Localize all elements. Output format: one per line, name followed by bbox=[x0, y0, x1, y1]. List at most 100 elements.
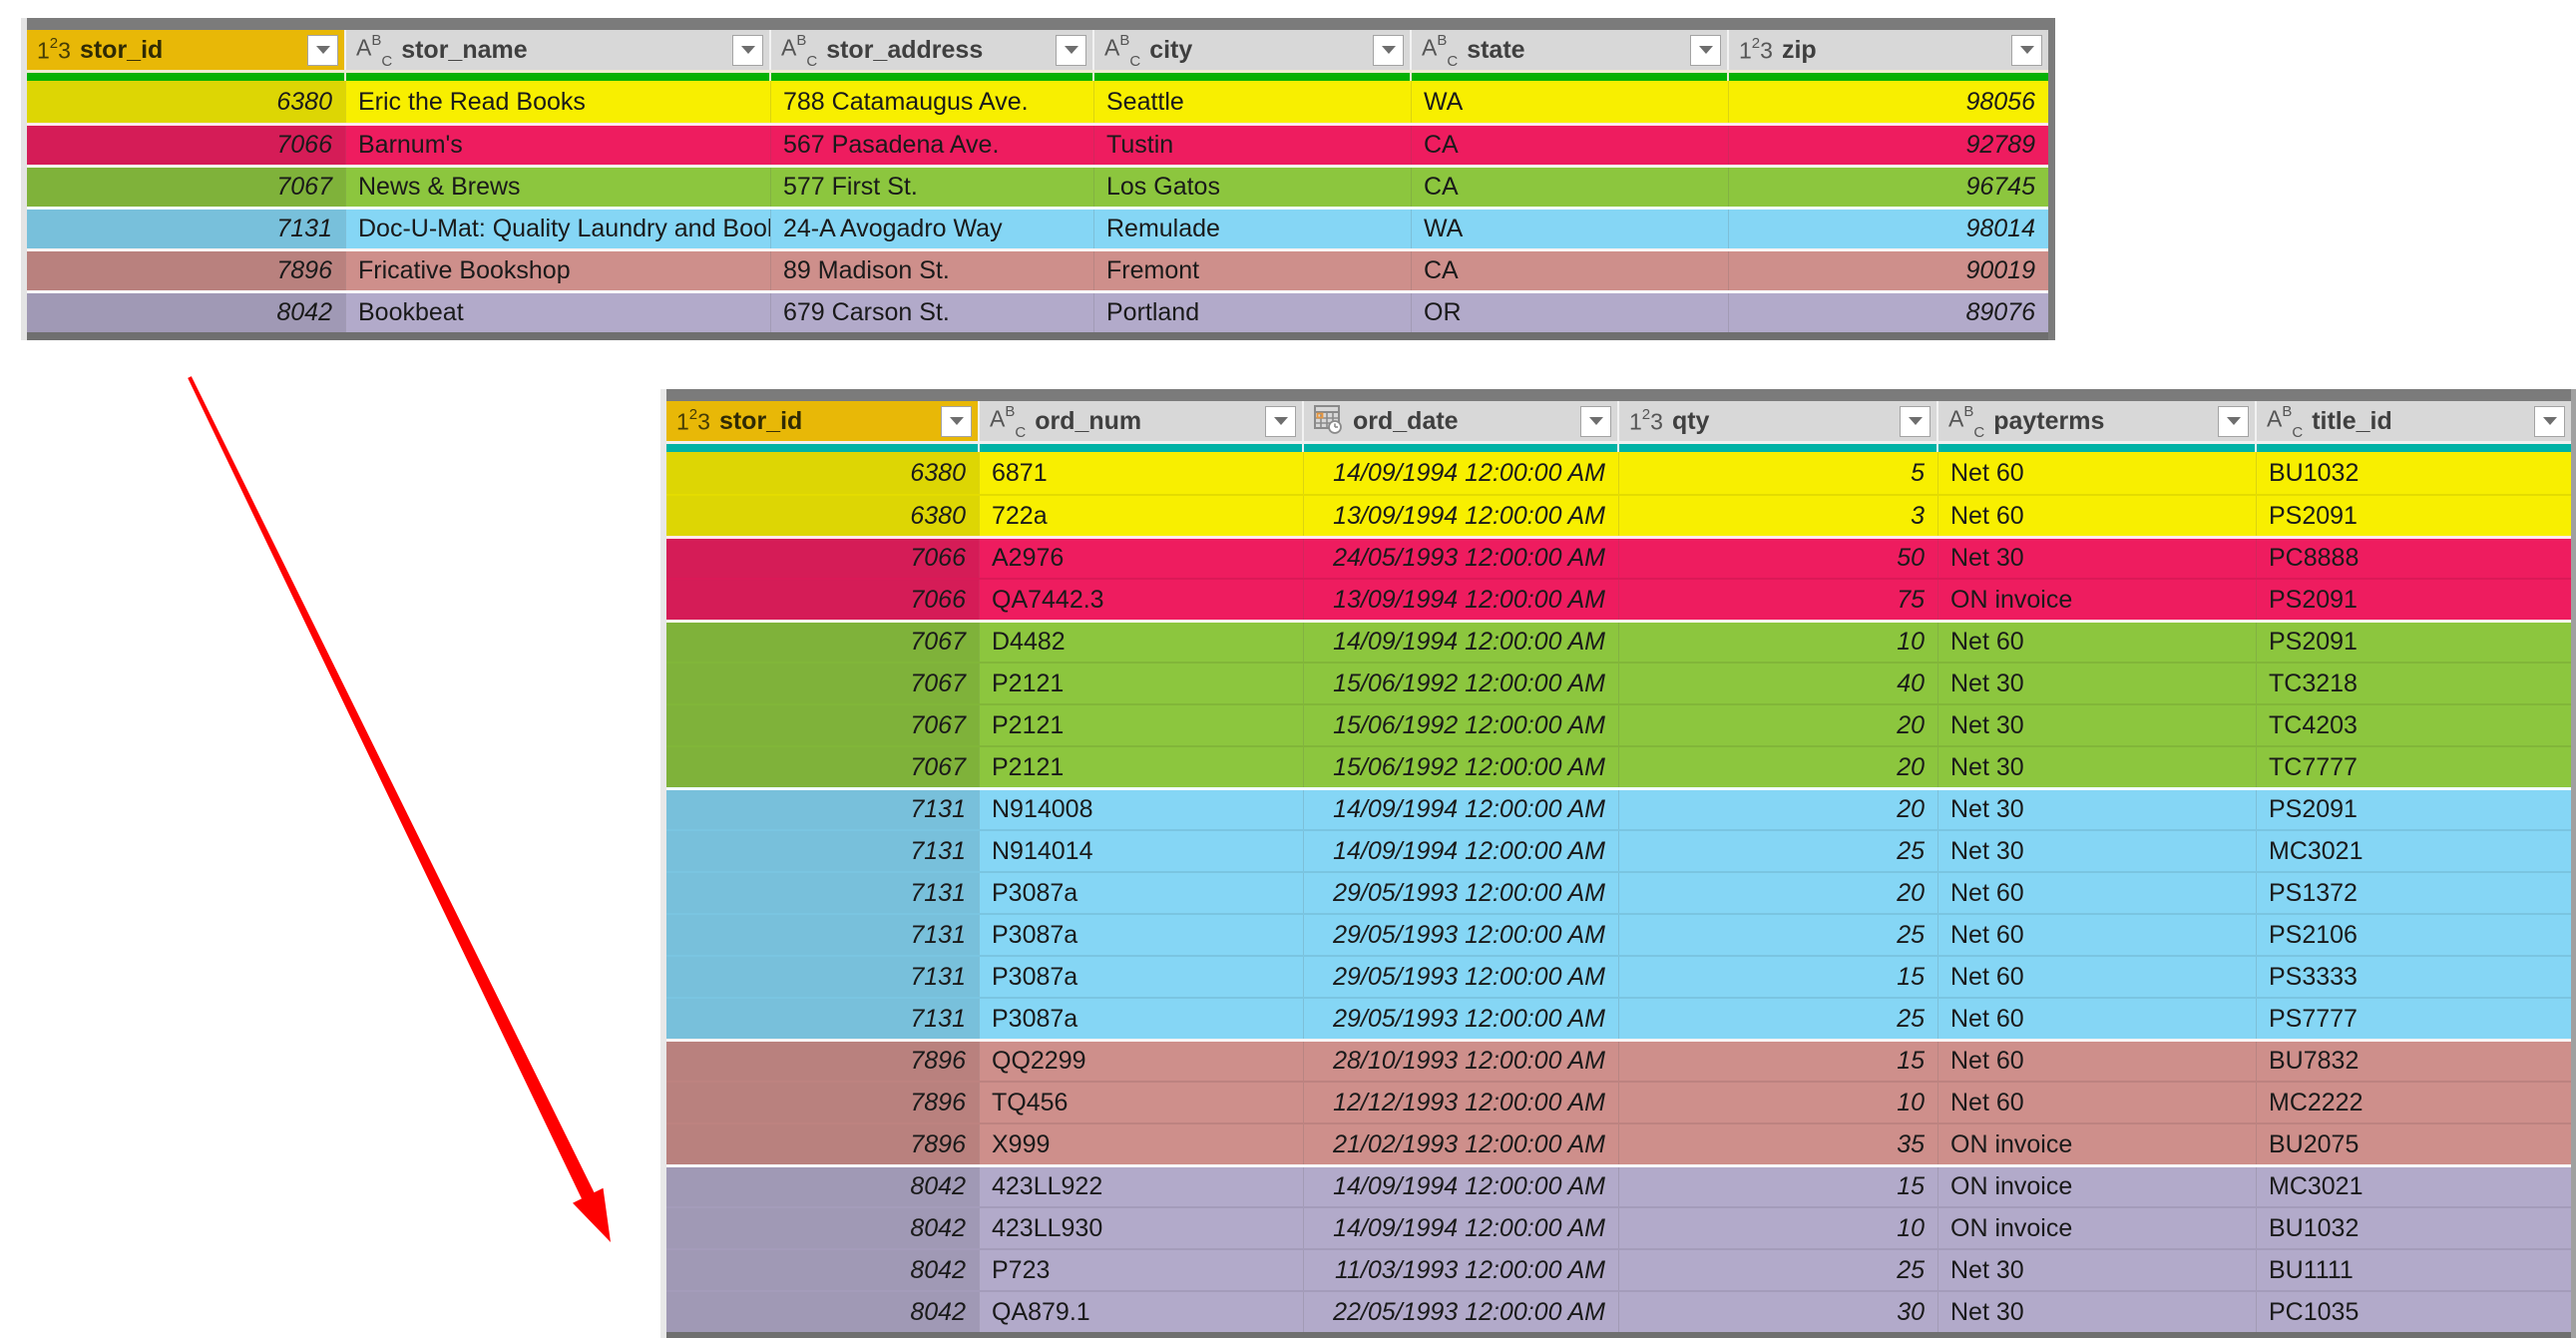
column-header-title_id[interactable]: ABC title_id bbox=[2257, 401, 2571, 441]
cell-title_id[interactable]: PS7777 bbox=[2257, 999, 2571, 1039]
cell-ord_num[interactable]: 722a bbox=[980, 496, 1304, 536]
cell-stor_id[interactable]: 7131 bbox=[27, 210, 346, 248]
table-bottom-scrollbar[interactable] bbox=[666, 1332, 2571, 1338]
cell-ord_date[interactable]: 14/09/1994 12:00:00 AM bbox=[1304, 1167, 1619, 1206]
cell-stor_id[interactable]: 7066 bbox=[666, 580, 980, 620]
column-header-qty[interactable]: 123 qty bbox=[1619, 401, 1938, 441]
cell-stor_id[interactable]: 8042 bbox=[666, 1250, 980, 1290]
cell-payterms[interactable]: Net 30 bbox=[1938, 1250, 2257, 1290]
cell-stor_id[interactable]: 7896 bbox=[666, 1124, 980, 1164]
cell-payterms[interactable]: ON invoice bbox=[1938, 1167, 2257, 1206]
filter-dropdown-button[interactable] bbox=[732, 34, 763, 66]
cell-city[interactable]: Portland bbox=[1094, 293, 1412, 332]
filter-dropdown-button[interactable] bbox=[1373, 34, 1404, 66]
cell-stor_id[interactable]: 7067 bbox=[666, 705, 980, 745]
cell-qty[interactable]: 35 bbox=[1619, 1124, 1938, 1164]
cell-qty[interactable]: 20 bbox=[1619, 747, 1938, 787]
cell-stor_id[interactable]: 7896 bbox=[27, 251, 346, 290]
cell-payterms[interactable]: Net 60 bbox=[1938, 1042, 2257, 1081]
cell-stor_address[interactable]: 567 Pasadena Ave. bbox=[771, 126, 1094, 165]
cell-title_id[interactable]: TC4203 bbox=[2257, 705, 2571, 745]
cell-title_id[interactable]: TC3218 bbox=[2257, 664, 2571, 703]
cell-payterms[interactable]: Net 30 bbox=[1938, 790, 2257, 829]
cell-ord_date[interactable]: 14/09/1994 12:00:00 AM bbox=[1304, 452, 1619, 494]
filter-dropdown-button[interactable] bbox=[1580, 405, 1611, 437]
cell-ord_num[interactable]: P3087a bbox=[980, 873, 1304, 913]
cell-ord_num[interactable]: P3087a bbox=[980, 999, 1304, 1039]
cell-stor_id[interactable]: 7067 bbox=[666, 623, 980, 662]
cell-title_id[interactable]: PS2091 bbox=[2257, 580, 2571, 620]
filter-dropdown-button[interactable] bbox=[2218, 405, 2249, 437]
cell-payterms[interactable]: ON invoice bbox=[1938, 1124, 2257, 1164]
cell-qty[interactable]: 20 bbox=[1619, 705, 1938, 745]
cell-payterms[interactable]: Net 30 bbox=[1938, 705, 2257, 745]
cell-title_id[interactable]: BU1032 bbox=[2257, 1208, 2571, 1248]
column-header-stor_name[interactable]: ABC stor_name bbox=[346, 30, 771, 70]
cell-city[interactable]: Los Gatos bbox=[1094, 168, 1412, 207]
cell-title_id[interactable]: PS2091 bbox=[2257, 496, 2571, 536]
cell-title_id[interactable]: PS2106 bbox=[2257, 915, 2571, 955]
cell-state[interactable]: CA bbox=[1412, 168, 1729, 207]
cell-title_id[interactable]: PC1035 bbox=[2257, 1292, 2571, 1332]
cell-title_id[interactable]: PS3333 bbox=[2257, 957, 2571, 997]
cell-stor_id[interactable]: 7066 bbox=[27, 126, 346, 165]
cell-ord_date[interactable]: 15/06/1992 12:00:00 AM bbox=[1304, 664, 1619, 703]
filter-dropdown-button[interactable] bbox=[307, 34, 338, 66]
cell-title_id[interactable]: TC7777 bbox=[2257, 747, 2571, 787]
cell-ord_date[interactable]: 11/03/1993 12:00:00 AM bbox=[1304, 1250, 1619, 1290]
cell-ord_date[interactable]: 15/06/1992 12:00:00 AM bbox=[1304, 705, 1619, 745]
cell-stor_id[interactable]: 7131 bbox=[666, 831, 980, 871]
cell-stor_id[interactable]: 6380 bbox=[666, 452, 980, 494]
cell-title_id[interactable]: PS2091 bbox=[2257, 623, 2571, 662]
column-header-ord_num[interactable]: ABC ord_num bbox=[980, 401, 1304, 441]
column-header-ord_date[interactable]: ord_date bbox=[1304, 401, 1619, 441]
cell-payterms[interactable]: Net 30 bbox=[1938, 664, 2257, 703]
cell-ord_date[interactable]: 21/02/1993 12:00:00 AM bbox=[1304, 1124, 1619, 1164]
cell-ord_num[interactable]: P2121 bbox=[980, 747, 1304, 787]
cell-qty[interactable]: 10 bbox=[1619, 623, 1938, 662]
table-top-scrollbar[interactable] bbox=[27, 18, 2048, 30]
cell-qty[interactable]: 15 bbox=[1619, 957, 1938, 997]
filter-dropdown-button[interactable] bbox=[941, 405, 972, 437]
column-header-payterms[interactable]: ABC payterms bbox=[1938, 401, 2257, 441]
cell-title_id[interactable]: BU7832 bbox=[2257, 1042, 2571, 1081]
cell-ord_date[interactable]: 14/09/1994 12:00:00 AM bbox=[1304, 831, 1619, 871]
cell-state[interactable]: WA bbox=[1412, 81, 1729, 123]
cell-payterms[interactable]: Net 60 bbox=[1938, 623, 2257, 662]
cell-ord_date[interactable]: 13/09/1994 12:00:00 AM bbox=[1304, 496, 1619, 536]
cell-qty[interactable]: 25 bbox=[1619, 999, 1938, 1039]
cell-stor_address[interactable]: 89 Madison St. bbox=[771, 251, 1094, 290]
cell-stor_id[interactable]: 7067 bbox=[666, 664, 980, 703]
cell-qty[interactable]: 40 bbox=[1619, 664, 1938, 703]
filter-dropdown-button[interactable] bbox=[1056, 34, 1086, 66]
cell-qty[interactable]: 15 bbox=[1619, 1042, 1938, 1081]
cell-ord_date[interactable]: 14/09/1994 12:00:00 AM bbox=[1304, 790, 1619, 829]
cell-stor_id[interactable]: 8042 bbox=[666, 1292, 980, 1332]
cell-qty[interactable]: 50 bbox=[1619, 539, 1938, 578]
cell-ord_num[interactable]: P2121 bbox=[980, 705, 1304, 745]
cell-stor_id[interactable]: 7131 bbox=[666, 999, 980, 1039]
cell-stor_id[interactable]: 8042 bbox=[666, 1208, 980, 1248]
cell-stor_name[interactable]: Doc-U-Mat: Quality Laundry and Books bbox=[346, 210, 771, 248]
cell-stor_id[interactable]: 7067 bbox=[666, 747, 980, 787]
filter-dropdown-button[interactable] bbox=[2011, 34, 2042, 66]
cell-ord_date[interactable]: 29/05/1993 12:00:00 AM bbox=[1304, 999, 1619, 1039]
cell-payterms[interactable]: Net 60 bbox=[1938, 915, 2257, 955]
cell-state[interactable]: WA bbox=[1412, 210, 1729, 248]
cell-payterms[interactable]: Net 30 bbox=[1938, 1292, 2257, 1332]
cell-qty[interactable]: 25 bbox=[1619, 915, 1938, 955]
cell-stor_name[interactable]: News & Brews bbox=[346, 168, 771, 207]
cell-stor_address[interactable]: 679 Carson St. bbox=[771, 293, 1094, 332]
cell-ord_date[interactable]: 29/05/1993 12:00:00 AM bbox=[1304, 915, 1619, 955]
cell-city[interactable]: Fremont bbox=[1094, 251, 1412, 290]
cell-payterms[interactable]: Net 60 bbox=[1938, 999, 2257, 1039]
cell-qty[interactable]: 20 bbox=[1619, 790, 1938, 829]
cell-payterms[interactable]: Net 60 bbox=[1938, 496, 2257, 536]
column-header-city[interactable]: ABC city bbox=[1094, 30, 1412, 70]
cell-stor_id[interactable]: 7131 bbox=[666, 957, 980, 997]
cell-stor_id[interactable]: 7896 bbox=[666, 1083, 980, 1122]
cell-ord_date[interactable]: 29/05/1993 12:00:00 AM bbox=[1304, 873, 1619, 913]
cell-ord_num[interactable]: X999 bbox=[980, 1124, 1304, 1164]
filter-dropdown-button[interactable] bbox=[2534, 405, 2565, 437]
cell-ord_num[interactable]: P723 bbox=[980, 1250, 1304, 1290]
